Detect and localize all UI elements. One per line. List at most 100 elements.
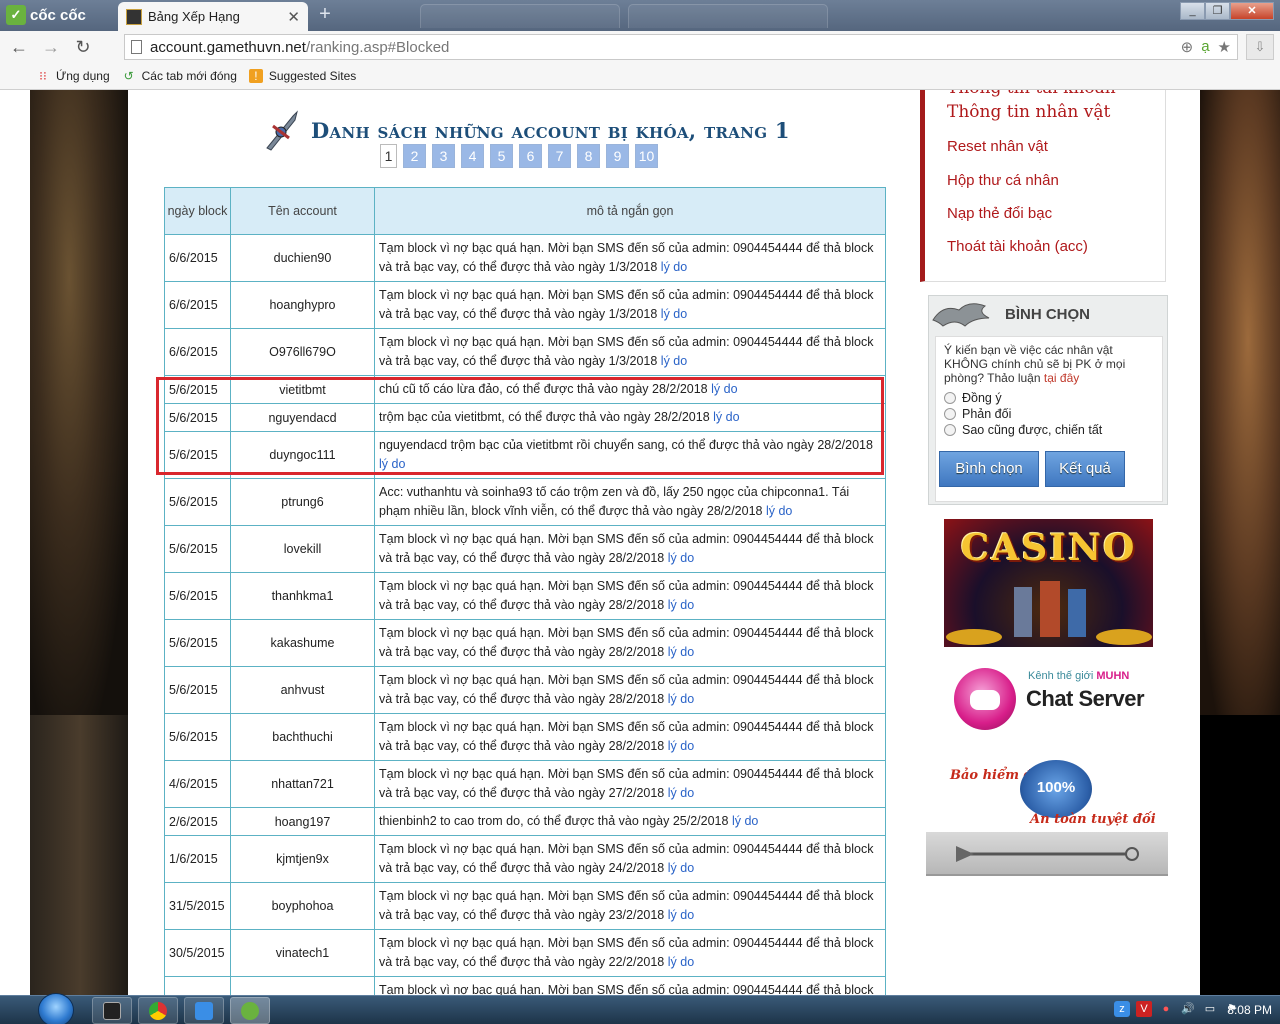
unikey-tray-icon[interactable]: ● — [1158, 1001, 1174, 1017]
page-link-4[interactable]: 4 — [461, 144, 484, 168]
reason-link[interactable]: lý do — [661, 307, 687, 321]
reason-link[interactable]: lý do — [661, 354, 687, 368]
account-menu-item[interactable]: Reset nhân vật — [947, 138, 1048, 155]
block-date-cell: 5/6/2015 — [164, 375, 231, 404]
vote-button[interactable]: Bình chọn — [939, 451, 1039, 487]
reason-link[interactable]: lý do — [379, 457, 405, 471]
vote-options: Đồng ý Phản đối Sao cũng được, chiến tất — [944, 391, 1154, 437]
background-tab[interactable] — [628, 4, 828, 28]
block-date-cell: 1/6/2015 — [164, 835, 231, 883]
account-name-cell: hoang197 — [230, 807, 375, 836]
reason-link[interactable]: lý do — [668, 861, 694, 875]
bookmark-recent-tabs[interactable]: ↺ Các tab mới đóng — [122, 69, 237, 83]
page-link-7[interactable]: 7 — [548, 144, 571, 168]
description-cell: Tạm block vì nợ bạc quá hạn. Mời bạn SMS… — [374, 572, 886, 620]
description-cell: Tạm block vì nợ bạc quá hạn. Mời bạn SMS… — [374, 281, 886, 329]
browser-brand[interactable]: ✓ cốc cốc — [0, 0, 118, 30]
account-menu-item[interactable]: Thoát tài khoản (acc) — [947, 238, 1088, 255]
description-cell: Tạm block vì nợ bạc quá hạn. Mời bạn SMS… — [374, 328, 886, 376]
bookmark-apps[interactable]: ⁝⁝ Ứng dụng — [36, 69, 109, 83]
page-link-5[interactable]: 5 — [490, 144, 513, 168]
browser-tab-active[interactable]: Bảng Xếp Hạng ✕ — [118, 2, 308, 31]
vote-option-label: Sao cũng được, chiến tất — [962, 423, 1103, 437]
address-bar[interactable]: account.gamethuvn.net/ranking.asp#Blocke… — [124, 34, 1238, 60]
download-icon[interactable]: ⇩ — [1246, 34, 1274, 60]
reason-link[interactable]: lý do — [713, 410, 739, 424]
minimize-button[interactable]: _ — [1180, 2, 1205, 20]
reason-link[interactable]: lý do — [711, 382, 737, 396]
reason-link[interactable]: lý do — [668, 955, 694, 969]
chat-server-banner[interactable]: Kênh thế giới MUHN Chat Server — [946, 656, 1152, 748]
coccoc-dictionary-icon[interactable]: ạ — [1201, 38, 1209, 56]
block-date-cell: 31/5/2015 — [164, 882, 231, 930]
maximize-button[interactable]: ❐ — [1205, 2, 1230, 20]
zoom-icon[interactable]: ⊕ — [1181, 38, 1194, 56]
description-text: Tạm block vì nợ bạc quá hạn. Mời bạn SMS… — [379, 767, 874, 800]
forward-arrow-icon[interactable]: → — [38, 34, 64, 60]
radio-button[interactable] — [944, 424, 956, 436]
zalo-tray-icon[interactable]: z — [1114, 1001, 1130, 1017]
taskbar-app-game[interactable] — [92, 997, 132, 1024]
page-link-1[interactable]: 1 — [380, 144, 397, 168]
result-button[interactable]: Kết quả — [1045, 451, 1125, 487]
block-date-cell: 5/6/2015 — [164, 619, 231, 667]
reason-link[interactable]: lý do — [668, 786, 694, 800]
reason-link[interactable]: lý do — [668, 551, 694, 565]
insurance-banner[interactable]: Bảo hiểm đồ 100% An toàn tuyệt đối — [946, 760, 1156, 835]
network-icon[interactable]: ▭ — [1202, 1001, 1218, 1017]
radio-button[interactable] — [944, 392, 956, 404]
vote-option[interactable]: Sao cũng được, chiến tất — [944, 423, 1154, 437]
page-link-9[interactable]: 9 — [606, 144, 629, 168]
back-arrow-icon[interactable]: ← — [6, 34, 32, 60]
account-menu-item[interactable]: Nạp thẻ đổi bạc — [947, 205, 1052, 222]
volume-icon[interactable]: 🔊 — [1180, 1001, 1196, 1017]
reason-link[interactable]: lý do — [661, 260, 687, 274]
account-name-cell: vietitbmt — [230, 375, 375, 404]
casino-banner[interactable]: CASINO — [944, 519, 1153, 647]
chat-bubble-icon — [954, 668, 1016, 730]
reload-icon[interactable]: ↻ — [70, 34, 96, 60]
bookmark-suggested-sites[interactable]: ! Suggested Sites — [248, 69, 356, 83]
taskbar-app-chrome[interactable] — [138, 997, 178, 1024]
reason-link[interactable]: lý do — [668, 598, 694, 612]
page-link-10[interactable]: 10 — [635, 144, 658, 168]
description-cell: Tạm block vì nợ bạc quá hạn. Mời bạn SMS… — [374, 929, 886, 977]
bookmark-star-icon[interactable]: ★ — [1218, 38, 1231, 56]
sword-icon — [266, 110, 298, 151]
account-menu-item[interactable]: Thông tin tài khoản — [947, 90, 1116, 98]
reason-link[interactable]: lý do — [668, 692, 694, 706]
page-title: Danh sách những account bị khóa, trang 1 — [311, 117, 790, 143]
description-cell: Tạm block vì nợ bạc quá hạn. Mời bạn SMS… — [374, 835, 886, 883]
table-row: 2/6/2015 hoang197 thienbinh2 to cao trom d… — [164, 807, 886, 836]
vote-option[interactable]: Đồng ý — [944, 391, 1154, 405]
taskbar-app-zalo[interactable] — [184, 997, 224, 1024]
tab-close-icon[interactable]: ✕ — [287, 8, 300, 26]
antivirus-tray-icon[interactable]: V — [1136, 1001, 1152, 1017]
column-header-description: mô tả ngắn gọn — [374, 187, 886, 235]
close-window-button[interactable]: ✕ — [1230, 2, 1274, 20]
description-cell: chú cũ tố cáo lừa đảo, có thể được thả v… — [374, 375, 886, 404]
discuss-link[interactable]: tại đây — [1044, 371, 1079, 385]
reason-link[interactable]: lý do — [732, 814, 758, 828]
reason-link[interactable]: lý do — [766, 504, 792, 518]
windows-taskbar: z V ● 🔊 ▭ ⚑ 8:08 PM — [0, 993, 1280, 1024]
background-tab[interactable] — [420, 4, 620, 28]
radio-button[interactable] — [944, 408, 956, 420]
taskbar-app-coccoc[interactable] — [230, 997, 270, 1024]
page-link-8[interactable]: 8 — [577, 144, 600, 168]
history-icon: ↺ — [123, 69, 134, 83]
page-link-2[interactable]: 2 — [403, 144, 426, 168]
windows-start-icon[interactable] — [38, 993, 74, 1024]
taskbar-clock[interactable]: 8:08 PM — [1227, 1003, 1272, 1017]
account-menu-item[interactable]: Thông tin nhân vật — [947, 102, 1110, 122]
description-cell: Tạm block vì nợ bạc quá hạn. Mời bạn SMS… — [374, 525, 886, 573]
block-date-cell: 30/5/2015 — [164, 929, 231, 977]
reason-link[interactable]: lý do — [668, 908, 694, 922]
page-link-6[interactable]: 6 — [519, 144, 542, 168]
new-tab-button[interactable]: + — [312, 4, 338, 25]
vote-option[interactable]: Phản đối — [944, 407, 1154, 421]
reason-link[interactable]: lý do — [668, 739, 694, 753]
reason-link[interactable]: lý do — [668, 645, 694, 659]
account-menu-item[interactable]: Hộp thư cá nhân — [947, 172, 1059, 189]
page-link-3[interactable]: 3 — [432, 144, 455, 168]
